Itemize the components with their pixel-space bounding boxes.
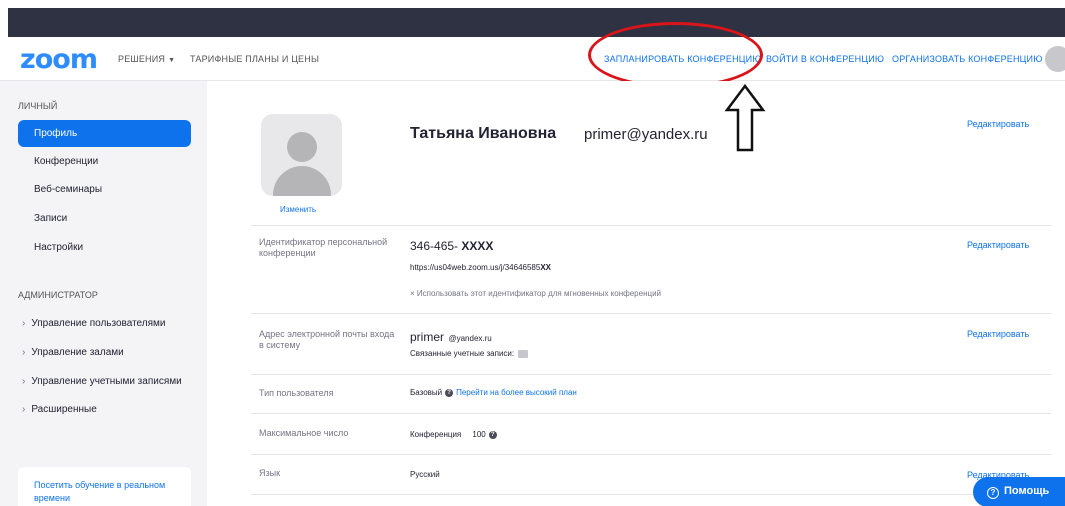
user-avatar[interactable] [1045,46,1065,72]
sidebar-item-advanced[interactable]: › Расширенные [22,404,97,415]
top-margin [0,0,1065,8]
profile-photo [261,114,342,196]
sidebar-item-recordings[interactable]: Записи [18,205,191,232]
pmi-option-label: Использовать этот идентификатор для мгно… [416,289,662,298]
pmi-instant-option[interactable]: × Использовать этот идентификатор для мг… [410,289,661,298]
sidebar-item-meetings[interactable]: Конференции [18,148,191,175]
close-icon: × [410,289,417,298]
profile-name: Татьяна Ивановна [410,125,557,142]
profile-email: primer@yandex.ru [584,126,708,143]
avatar-body-icon [273,166,331,196]
section-label-personal: ЛИЧНЫЙ [18,101,58,111]
linked-accounts-label: Связанные учетные записи: [410,349,515,358]
sidebar-item-user-management[interactable]: › Управление пользователями [22,318,166,329]
linked-accounts: Связанные учетные записи: [410,349,529,358]
sidebar-item-label: Управление учетными записями [31,376,182,387]
sidebar-item-account-management[interactable]: › Управление учетными записями [22,376,182,387]
login-email-domain: @yandex.ru [448,334,492,343]
sidebar-item-room-management[interactable]: › Управление залами [22,347,124,358]
login-email-label: Адрес электронной почты входа в систему [259,329,395,350]
help-button[interactable]: ? Помощь [973,477,1065,506]
capacity-label: Максимальное число [259,428,349,438]
section-label-admin: АДМИНИСТРАТОР [18,290,98,300]
training-link[interactable]: Посетить обучение в реальном времени [18,467,191,506]
capacity-meeting: Конференция [410,430,462,439]
divider [251,413,1051,414]
nav-solutions[interactable]: РЕШЕНИЯ ▼ [118,54,175,64]
annotation-ellipse [588,22,763,88]
login-email-user: primer [410,330,445,344]
chevron-right-icon: › [22,318,26,329]
nav-solutions-label: РЕШЕНИЯ [118,54,166,64]
divider [251,494,1051,495]
capacity-count: 100 [472,430,486,439]
pmi-link[interactable]: https://us04web.zoom.us/j/34646585XX [410,263,551,272]
edit-email-link[interactable]: Редактировать [967,329,1029,339]
user-type-label: Тип пользователя [259,388,334,398]
sidebar-item-webinars[interactable]: Веб-семинары [18,176,191,203]
edit-profile-link[interactable]: Редактировать [967,119,1029,129]
help-label: Помощь [1004,485,1050,497]
pmi-url-mask: XX [540,263,551,272]
profile-main: Изменить Татьяна Ивановна primer@yandex.… [207,81,1065,506]
email-account-icon [518,349,529,358]
sidebar-item-settings[interactable]: Настройки [18,234,191,261]
divider [251,225,1051,226]
sidebar-item-profile[interactable]: Профиль [18,120,191,147]
top-navigation: zoom РЕШЕНИЯ ▼ ТАРИФНЫЕ ПЛАНЫ И ЦЕНЫ ЗАПЛ… [0,37,1065,81]
sidebar-item-label: Расширенные [31,404,97,415]
capacity-value: Конференция 100? [410,430,500,439]
sidebar: ЛИЧНЫЙ Профиль Конференции Веб-семинары … [0,81,207,506]
user-type-value: Базовый? Перейти на более высокий план [410,388,577,397]
chevron-right-icon: › [22,404,26,415]
nav-host-meeting[interactable]: ОРГАНИЗОВАТЬ КОНФЕРЕНЦИЮ▼ [892,54,1053,64]
avatar-head-icon [287,132,317,162]
login-email-value: primer @yandex.ru [410,328,492,346]
pmi-label: Идентификатор персональной конференции [259,237,388,258]
user-type-text: Базовый [410,388,443,397]
pmi-url: https://us04web.zoom.us/j/34646585 [410,263,541,272]
question-icon[interactable]: ? [445,388,454,397]
chevron-right-icon: › [22,347,26,358]
upgrade-link[interactable]: Перейти на более высокий план [456,388,577,397]
browser-top-bar [8,8,1065,37]
language-value: Русский [410,470,440,479]
edit-pmi-link[interactable]: Редактировать [967,240,1029,250]
pmi-mask: XXXX [461,239,494,253]
pmi-number: 346-465- [410,239,462,253]
divider [251,454,1051,455]
pmi-value: 346-465- XXXX [410,239,493,253]
divider [251,374,1051,375]
chevron-right-icon: › [22,376,26,387]
question-icon[interactable]: ? [488,430,497,439]
nav-plans[interactable]: ТАРИФНЫЕ ПЛАНЫ И ЦЕНЫ [190,54,319,64]
nav-join-meeting[interactable]: ВОЙТИ В КОНФЕРЕНЦИЮ [766,54,884,64]
change-photo-link[interactable]: Изменить [280,205,316,214]
annotation-arrow-up-icon [724,84,766,152]
question-icon: ? [987,487,999,499]
zoom-logo[interactable]: zoom [20,44,98,75]
language-label: Язык [259,468,281,478]
nav-host-label: ОРГАНИЗОВАТЬ КОНФЕРЕНЦИЮ [892,54,1043,64]
divider [251,313,1051,314]
chevron-down-icon: ▼ [168,57,176,64]
sidebar-item-label: Управление залами [31,347,124,358]
sidebar-item-label: Управление пользователями [31,318,166,329]
